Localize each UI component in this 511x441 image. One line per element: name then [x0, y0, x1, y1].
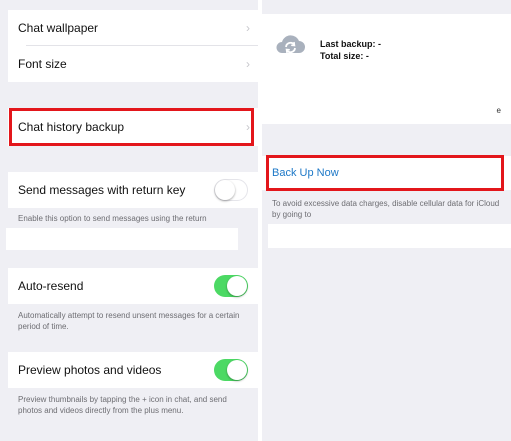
- auto-resend-description: Automatically attempt to resend unsent m…: [18, 311, 240, 331]
- backup-description: To avoid excessive data charges, disable…: [272, 199, 500, 219]
- auto-resend-toggle[interactable]: [214, 275, 248, 297]
- toggle-knob: [227, 276, 247, 296]
- preview-media-description: Preview thumbnails by tapping the + icon…: [18, 395, 227, 415]
- stray-glyph: e: [496, 106, 501, 115]
- redacted-area: [268, 224, 511, 248]
- backup-status-card: Last backup: - Total size: - e: [262, 14, 511, 124]
- chat-wallpaper-label: Chat wallpaper: [18, 21, 99, 35]
- backup-panel: Last backup: - Total size: - e Back Up N…: [262, 0, 511, 441]
- font-size-label: Font size: [18, 57, 67, 71]
- chevron-right-icon: ›: [246, 57, 250, 71]
- cloud-sync-icon: [276, 35, 305, 54]
- chevron-right-icon: ›: [246, 21, 250, 35]
- total-size-text: Total size: -: [320, 51, 369, 61]
- chevron-right-icon: ›: [246, 120, 250, 134]
- send-with-return-label: Send messages with return key: [18, 183, 186, 197]
- chat-wallpaper-row[interactable]: Chat wallpaper ›: [8, 10, 258, 46]
- last-backup-text: Last backup: -: [320, 39, 382, 49]
- redacted-area: [6, 228, 238, 250]
- send-with-return-toggle[interactable]: [214, 179, 248, 201]
- chat-history-backup-label: Chat history backup: [18, 120, 125, 134]
- chat-history-backup-row[interactable]: Chat history backup ›: [8, 108, 258, 146]
- send-with-return-row: Send messages with return key: [8, 172, 258, 208]
- back-up-now-button[interactable]: Back Up Now: [262, 156, 511, 190]
- chat-settings-panel: Chat wallpaper › Font size › Chat histor…: [0, 0, 258, 441]
- preview-media-toggle[interactable]: [214, 359, 248, 381]
- back-up-now-label: Back Up Now: [272, 167, 339, 179]
- preview-media-row: Preview photos and videos: [8, 352, 258, 388]
- toggle-knob: [215, 180, 235, 200]
- preview-media-label: Preview photos and videos: [18, 363, 162, 377]
- font-size-row[interactable]: Font size ›: [8, 46, 258, 82]
- auto-resend-label: Auto-resend: [18, 279, 84, 293]
- auto-resend-row: Auto-resend: [8, 268, 258, 304]
- send-with-return-description: Enable this option to send messages usin…: [18, 214, 207, 223]
- backup-info: Last backup: - Total size: -: [320, 38, 381, 62]
- toggle-knob: [227, 360, 247, 380]
